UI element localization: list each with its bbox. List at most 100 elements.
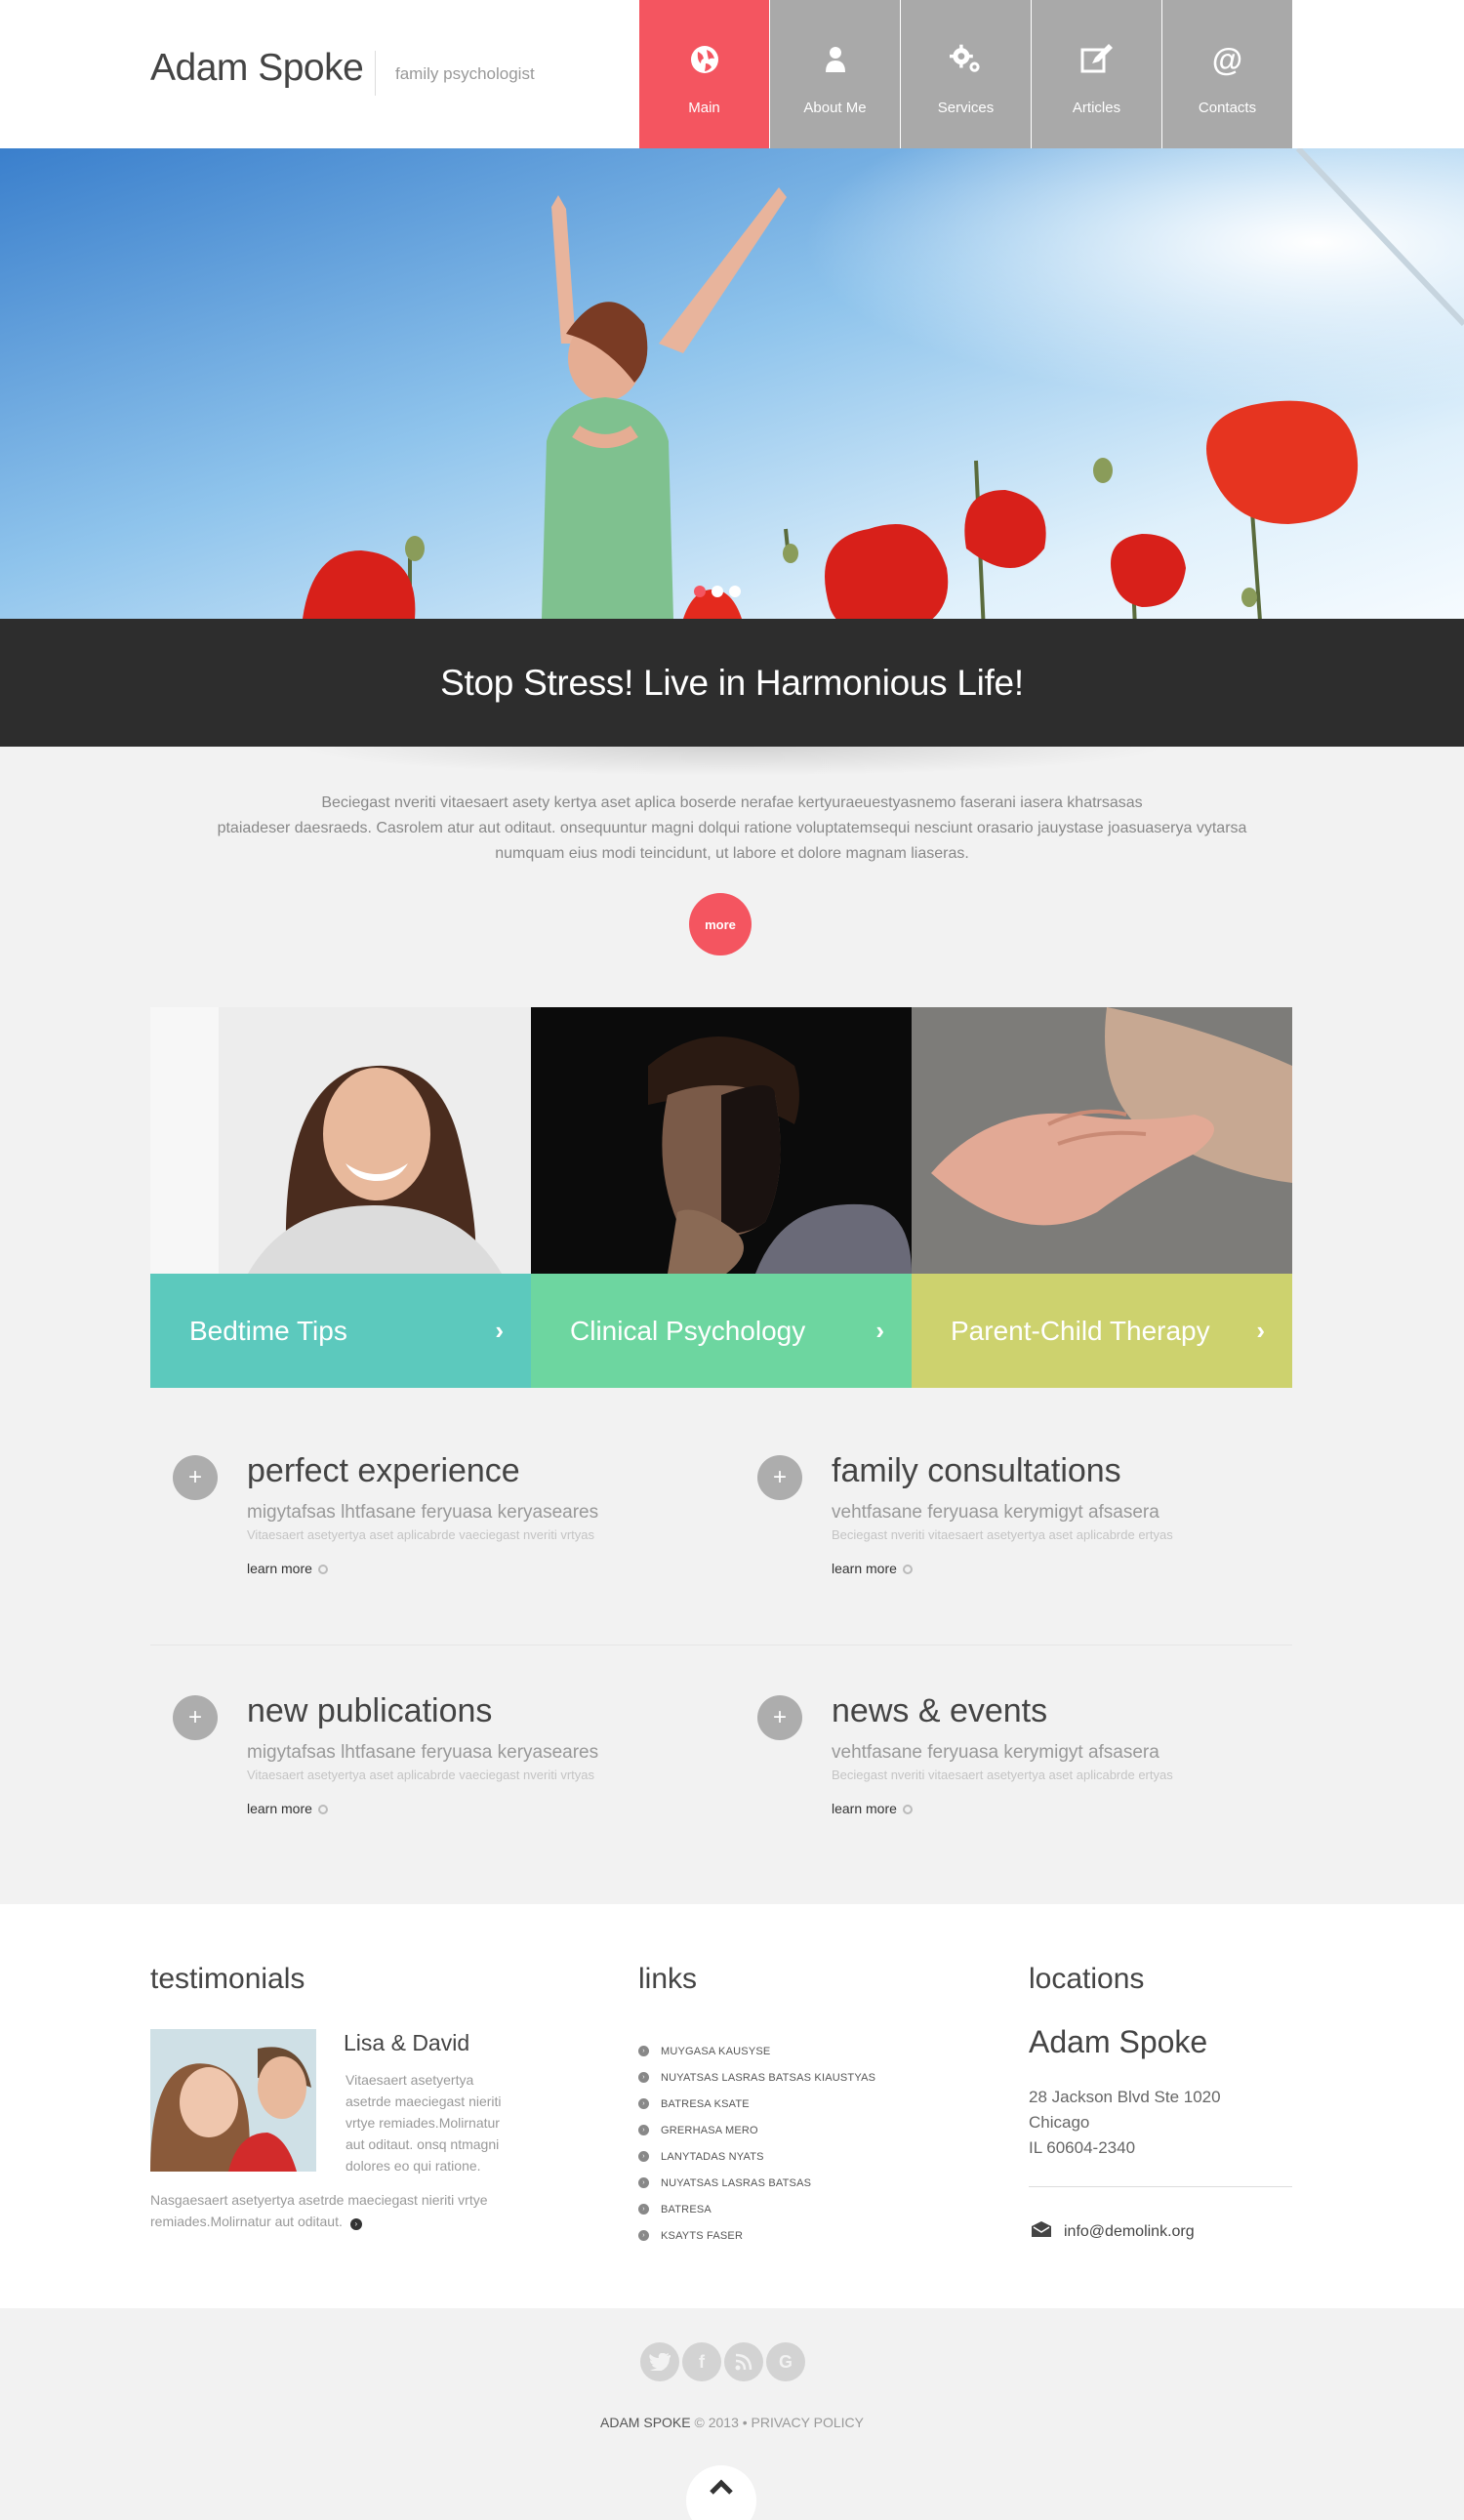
info-title: new publications xyxy=(247,1692,493,1729)
footer-link[interactable]: › MUYGASA KAUSYSE xyxy=(638,2038,875,2064)
info-text: Beciegast nveriti vitaesaert asetyertya … xyxy=(832,1527,1173,1542)
separator: • xyxy=(742,2415,748,2430)
footer-link-label: MUYGASA KAUSYSE xyxy=(661,2045,771,2057)
section-divider xyxy=(150,1645,1292,1646)
nav-item-articles[interactable]: Articles xyxy=(1032,0,1161,148)
footer-link[interactable]: › BATRESA xyxy=(638,2196,875,2222)
info-text: Beciegast nveriti vitaesaert asetyertya … xyxy=(832,1768,1173,1782)
info-subtitle: migytafsas lhtfasane feryuasa keryaseare… xyxy=(247,1742,599,1763)
slider-dots xyxy=(694,586,741,597)
bullet-arrow-icon: › xyxy=(638,2151,649,2162)
info-title: perfect experience xyxy=(247,1452,520,1489)
plus-icon[interactable]: + xyxy=(757,1695,802,1740)
learn-more-label: learn more xyxy=(247,1561,312,1576)
plus-icon[interactable]: + xyxy=(173,1695,218,1740)
bullet-arrow-icon: › xyxy=(638,2125,649,2135)
feature-tiles: Bedtime Tips › Clinical Psychology › Par… xyxy=(150,1007,1292,1388)
footer-brand: ADAM SPOKE xyxy=(600,2415,691,2430)
testimonial-name: Lisa & David xyxy=(344,2030,470,2055)
hero-headline: Stop Stress! Live in Harmonious Life! xyxy=(440,662,1024,703)
footer-link-label: BATRESA xyxy=(661,2203,712,2215)
footer-link[interactable]: › NUYATSAS LASRAS BATSAS xyxy=(638,2170,875,2196)
tile-label: Clinical Psychology xyxy=(570,1315,806,1346)
learn-more-label: learn more xyxy=(832,1561,897,1576)
location-name: Adam Spoke xyxy=(1029,2024,1208,2059)
nav-item-services[interactable]: Services xyxy=(901,0,1031,148)
site-logo[interactable]: Adam Spoke xyxy=(150,47,364,90)
bullet-arrow-icon: › xyxy=(638,2098,649,2109)
circle-arrow-icon xyxy=(902,1805,913,1814)
slider-dot[interactable] xyxy=(694,586,706,597)
facebook-icon[interactable]: f xyxy=(682,2342,721,2381)
footer-link[interactable]: › KSAYTS FASER xyxy=(638,2222,875,2249)
slider-dot[interactable] xyxy=(729,586,741,597)
plus-icon[interactable]: + xyxy=(173,1455,218,1500)
tile-bedtime-tips[interactable]: Bedtime Tips › xyxy=(150,1007,531,1388)
back-to-top-button[interactable] xyxy=(686,2465,756,2520)
footer-link-label: NUYATSAS LASRAS BATSAS KIAUSTYAS xyxy=(661,2071,876,2084)
tile-clinical-psychology[interactable]: Clinical Psychology › xyxy=(531,1007,912,1388)
bullet-arrow-icon: › xyxy=(638,2177,649,2188)
address-line: Chicago xyxy=(1029,2113,1090,2132)
bullet-arrow-icon: › xyxy=(638,2072,649,2083)
nav-item-main[interactable]: Main xyxy=(639,0,769,148)
nav-item-about[interactable]: About Me xyxy=(770,0,900,148)
footer-link-label: LANYTADAS NYATS xyxy=(661,2150,764,2163)
info-title: family consultations xyxy=(832,1452,1121,1489)
nav-label: About Me xyxy=(803,100,867,116)
address-line: 28 Jackson Blvd Ste 1020 xyxy=(1029,2088,1221,2106)
intro-text: Beciegast nveriti vitaesaert asety kerty… xyxy=(176,791,1288,867)
testimonial-more: Nasgaesaert asetyertya asetrde maeciegas… xyxy=(150,2189,541,2232)
learn-more-label: learn more xyxy=(247,1801,312,1816)
tile-image xyxy=(912,1007,1292,1274)
testimonial-photo xyxy=(150,2029,316,2172)
nav-item-contacts[interactable]: @ Contacts xyxy=(1162,0,1292,148)
tile-image xyxy=(531,1007,912,1274)
bullet-arrow-icon: › xyxy=(638,2046,649,2056)
privacy-policy-link[interactable]: PRIVACY POLICY xyxy=(752,2415,864,2430)
location-divider xyxy=(1029,2186,1292,2187)
copyright: ADAM SPOKE © 2013 • PRIVACY POLICY xyxy=(0,2415,1464,2430)
chevron-right-icon: › xyxy=(1256,1316,1265,1345)
footer-link[interactable]: › BATRESA KSATE xyxy=(638,2091,875,2117)
person-icon xyxy=(819,43,852,76)
bullet-arrow-icon: › xyxy=(638,2204,649,2215)
slider-dot[interactable] xyxy=(712,586,723,597)
circle-arrow-icon xyxy=(317,1565,328,1574)
testimonial-more-text: Nasgaesaert asetyertya asetrde maeciegas… xyxy=(150,2192,488,2229)
rss-icon[interactable] xyxy=(724,2342,763,2381)
chevron-right-icon: › xyxy=(495,1316,504,1345)
learn-more-label: learn more xyxy=(832,1801,897,1816)
tile-parent-child-therapy[interactable]: Parent-Child Therapy › xyxy=(912,1007,1292,1388)
learn-more-link[interactable]: learn more xyxy=(832,1801,913,1816)
globe-icon xyxy=(688,43,721,76)
hero-slider[interactable] xyxy=(0,148,1464,619)
info-subtitle: vehtfasane feryuasa kerymigyt afsasera xyxy=(832,1742,1159,1763)
tile-bar: Clinical Psychology › xyxy=(531,1274,912,1388)
nav-label: Articles xyxy=(1072,100,1121,116)
learn-more-link[interactable]: learn more xyxy=(832,1561,913,1576)
more-button[interactable]: more xyxy=(689,893,752,955)
twitter-icon[interactable] xyxy=(640,2342,679,2381)
arrow-right-icon[interactable]: › xyxy=(349,2218,362,2230)
footer-link[interactable]: › GRERHASA MERO xyxy=(638,2117,875,2143)
footer-link[interactable]: › LANYTADAS NYATS xyxy=(638,2143,875,2170)
location-address: 28 Jackson Blvd Ste 1020 Chicago IL 6060… xyxy=(1029,2085,1221,2161)
chevron-right-icon: › xyxy=(875,1316,884,1345)
chevron-up-icon xyxy=(709,2479,734,2520)
nav-label: Main xyxy=(688,100,720,116)
email-link[interactable]: info@demolink.org xyxy=(1031,2220,1195,2243)
footer-link[interactable]: › NUYATSAS LASRAS BATSAS KIAUSTYAS xyxy=(638,2064,875,2091)
learn-more-link[interactable]: learn more xyxy=(247,1561,328,1576)
info-text: Vitaesaert asetyertya aset aplicabrde va… xyxy=(247,1768,594,1782)
google-icon[interactable]: G xyxy=(766,2342,805,2381)
info-title: news & events xyxy=(832,1692,1048,1729)
nav-label: Contacts xyxy=(1198,100,1257,116)
footer-link-label: KSAYTS FASER xyxy=(661,2229,744,2242)
at-icon: @ xyxy=(1211,41,1243,77)
social-links: f G xyxy=(640,2342,805,2381)
circle-arrow-icon xyxy=(317,1805,328,1814)
tile-bar: Parent-Child Therapy › xyxy=(912,1274,1292,1388)
plus-icon[interactable]: + xyxy=(757,1455,802,1500)
learn-more-link[interactable]: learn more xyxy=(247,1801,328,1816)
